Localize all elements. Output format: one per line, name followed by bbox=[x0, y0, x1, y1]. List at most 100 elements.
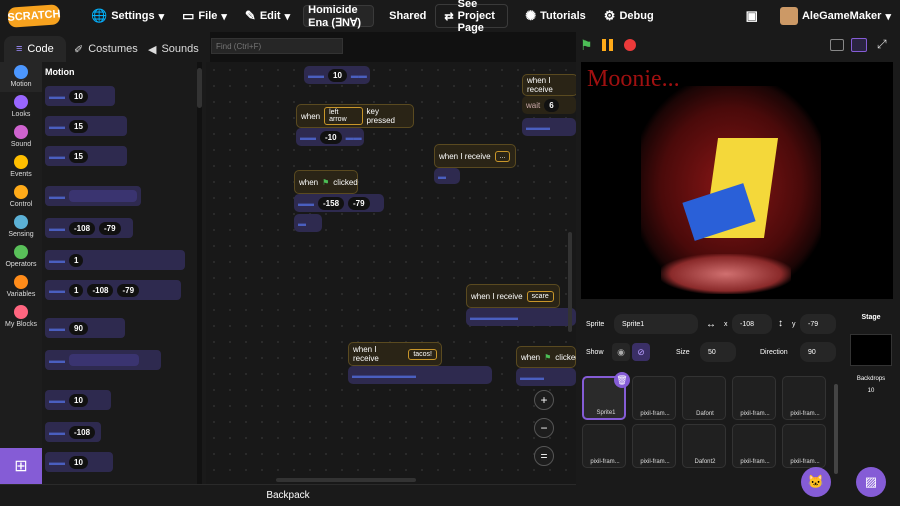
code-block[interactable]: ▬▬▬▬▬▬▬▬ bbox=[348, 366, 492, 384]
code-block[interactable]: ▬▬ -10 ▬▬ bbox=[296, 128, 364, 146]
code-block[interactable]: ▬▬▬▬▬▬ bbox=[466, 308, 576, 326]
sprite-thumbnail[interactable]: pixil-fram... bbox=[732, 424, 776, 468]
code-block[interactable]: ▬▬ -158 -79 bbox=[294, 194, 384, 212]
palette-block[interactable]: ▬▬ 15 bbox=[45, 116, 127, 136]
green-flag-button[interactable]: ⚑ bbox=[580, 37, 596, 53]
block-value[interactable]: 90 bbox=[69, 321, 88, 335]
code-block[interactable]: ▬ bbox=[294, 214, 322, 232]
category-my-blocks[interactable]: My Blocks bbox=[0, 302, 42, 332]
sprite-thumbnail[interactable]: Dafont bbox=[682, 376, 726, 420]
sprite-list-scrollbar[interactable] bbox=[834, 384, 838, 474]
sprite-thumbnail[interactable]: pixil-fram... bbox=[732, 376, 776, 420]
block-dropdown[interactable] bbox=[69, 190, 137, 202]
palette-block[interactable]: ▬▬ 1 bbox=[45, 250, 185, 270]
zoom-reset-button[interactable]: = bbox=[534, 446, 554, 466]
choose-sprite-button[interactable]: 🐱 bbox=[801, 467, 831, 497]
sprite-thumbnail[interactable]: pixil-fram... bbox=[782, 424, 826, 468]
sprite-thumbnail[interactable]: Dafont2 bbox=[682, 424, 726, 468]
block-value[interactable]: 15 bbox=[69, 149, 88, 163]
hat-block-receive[interactable]: when I receive scare bbox=[466, 284, 560, 308]
stage-canvas[interactable]: Moonie... bbox=[581, 62, 893, 299]
category-looks[interactable]: Looks bbox=[0, 92, 42, 122]
see-project-page-button[interactable]: ⇄ See Project Page bbox=[435, 0, 509, 34]
wait-value[interactable]: 6 bbox=[544, 98, 559, 112]
block-value[interactable]: -79 bbox=[99, 221, 121, 235]
x-value[interactable]: -158 bbox=[318, 196, 345, 210]
small-stage-button[interactable] bbox=[830, 39, 844, 51]
show-hidden-toggle[interactable]: ⊘ bbox=[632, 343, 650, 361]
choose-backdrop-button[interactable]: ▨ bbox=[856, 467, 886, 497]
code-block[interactable]: wait 6 bbox=[522, 96, 576, 114]
sprite-thumbnail[interactable]: pixil-fram... bbox=[632, 424, 676, 468]
hat-block-receive[interactable]: when I receive bbox=[522, 74, 576, 96]
palette-block[interactable]: ▬▬ bbox=[45, 350, 161, 370]
account-menu[interactable]: AleGameMaker ▾ bbox=[771, 0, 900, 32]
direction-input[interactable]: 90 bbox=[800, 342, 836, 362]
sprite-name-input[interactable]: Sprite1 bbox=[614, 314, 698, 334]
code-block[interactable]: ▬▬ 10 ▬▬ bbox=[304, 66, 370, 84]
hat-block-key-pressed[interactable]: when left arrow key pressed bbox=[296, 104, 414, 128]
block-value[interactable]: -10 bbox=[320, 130, 342, 144]
backpack-bar[interactable]: Backpack bbox=[0, 484, 576, 506]
message-dropdown[interactable]: ... bbox=[494, 150, 511, 162]
sprite-thumbnail[interactable]: pixil-fram... bbox=[632, 376, 676, 420]
script-workspace[interactable]: ▬▬ 10 ▬▬ when left arrow key pressed ▬▬ -10 ▬▬… bbox=[206, 62, 576, 484]
stage-thumbnail[interactable] bbox=[850, 334, 892, 366]
block-value[interactable]: -108 bbox=[69, 425, 96, 439]
block-value[interactable]: 10 bbox=[69, 89, 88, 103]
x-input[interactable]: -108 bbox=[732, 314, 772, 334]
tab-sounds[interactable]: ◀ Sounds bbox=[136, 36, 211, 62]
category-operators[interactable]: Operators bbox=[0, 242, 42, 272]
edit-menu[interactable]: ✎ Edit ▾ bbox=[236, 0, 299, 32]
category-sound[interactable]: Sound bbox=[0, 122, 42, 152]
pause-button[interactable] bbox=[602, 39, 614, 51]
palette-scrollbar[interactable] bbox=[197, 62, 202, 484]
show-visible-toggle[interactable]: ◉ bbox=[612, 343, 630, 361]
scratch-logo[interactable]: SCRATCH bbox=[7, 4, 61, 28]
hat-block-receive[interactable]: when I receive tacos! bbox=[348, 342, 442, 366]
category-motion[interactable]: Motion bbox=[0, 62, 42, 92]
category-variables[interactable]: Variables bbox=[0, 272, 42, 302]
zoom-in-button[interactable]: + bbox=[534, 390, 554, 410]
size-input[interactable]: 50 bbox=[700, 342, 736, 362]
code-block[interactable]: ▬ bbox=[434, 168, 460, 184]
code-block[interactable]: ▬▬▬ bbox=[516, 368, 576, 386]
debug-button[interactable]: ⚙ Debug bbox=[595, 0, 663, 32]
block-value[interactable]: 10 bbox=[69, 393, 88, 407]
palette-block[interactable]: ▬▬ 90 bbox=[45, 318, 125, 338]
block-value[interactable]: -108 bbox=[69, 221, 96, 235]
message-dropdown[interactable]: tacos! bbox=[408, 348, 437, 360]
block-value[interactable]: 1 bbox=[69, 283, 84, 297]
search-input[interactable] bbox=[211, 38, 343, 54]
y-input[interactable]: -79 bbox=[800, 314, 836, 334]
palette-block[interactable]: ▬▬ bbox=[45, 186, 141, 206]
delete-sprite-icon[interactable]: 🗑 bbox=[614, 372, 630, 388]
block-value[interactable]: 15 bbox=[69, 119, 88, 133]
hat-block-receive[interactable]: when I receive... bbox=[434, 144, 516, 168]
block-value[interactable]: -79 bbox=[117, 283, 140, 297]
palette-block[interactable]: ▬▬ 10 bbox=[45, 86, 115, 106]
sprite-thumbnail[interactable]: pixil-fram... bbox=[782, 376, 826, 420]
message-dropdown[interactable]: scare bbox=[526, 290, 554, 302]
hat-block-flag-clicked[interactable]: when⚑clicked bbox=[516, 346, 576, 368]
category-events[interactable]: Events bbox=[0, 152, 42, 182]
palette-block[interactable]: ▬▬ -108 -79 bbox=[45, 218, 133, 238]
block-value[interactable]: 1 bbox=[69, 253, 84, 267]
key-dropdown[interactable]: left arrow bbox=[324, 107, 363, 125]
add-extension-button[interactable]: ⊞ bbox=[0, 448, 42, 484]
stop-button[interactable] bbox=[624, 39, 636, 51]
workspace-scrollbar-v[interactable] bbox=[568, 232, 572, 332]
project-title-input[interactable]: Homicide Ena (∃N∀) bbox=[303, 4, 375, 29]
palette-block[interactable]: ▬▬ -108 bbox=[45, 422, 101, 442]
block-dropdown[interactable] bbox=[69, 354, 139, 366]
workspace-scrollbar-h[interactable] bbox=[276, 478, 416, 482]
zoom-out-button[interactable]: − bbox=[534, 418, 554, 438]
code-block[interactable]: ▬▬▬ bbox=[522, 118, 576, 136]
palette-block[interactable]: ▬▬ 1 -108 -79 bbox=[45, 280, 181, 300]
palette-block[interactable]: ▬▬ 15 bbox=[45, 146, 127, 166]
category-sensing[interactable]: Sensing bbox=[0, 212, 42, 242]
my-stuff-button[interactable]: ▣ bbox=[737, 0, 767, 32]
palette-block[interactable]: ▬▬ 10 bbox=[45, 452, 113, 472]
y-value[interactable]: -79 bbox=[348, 196, 370, 210]
hat-block-flag-clicked[interactable]: when⚑clicked bbox=[294, 170, 358, 194]
